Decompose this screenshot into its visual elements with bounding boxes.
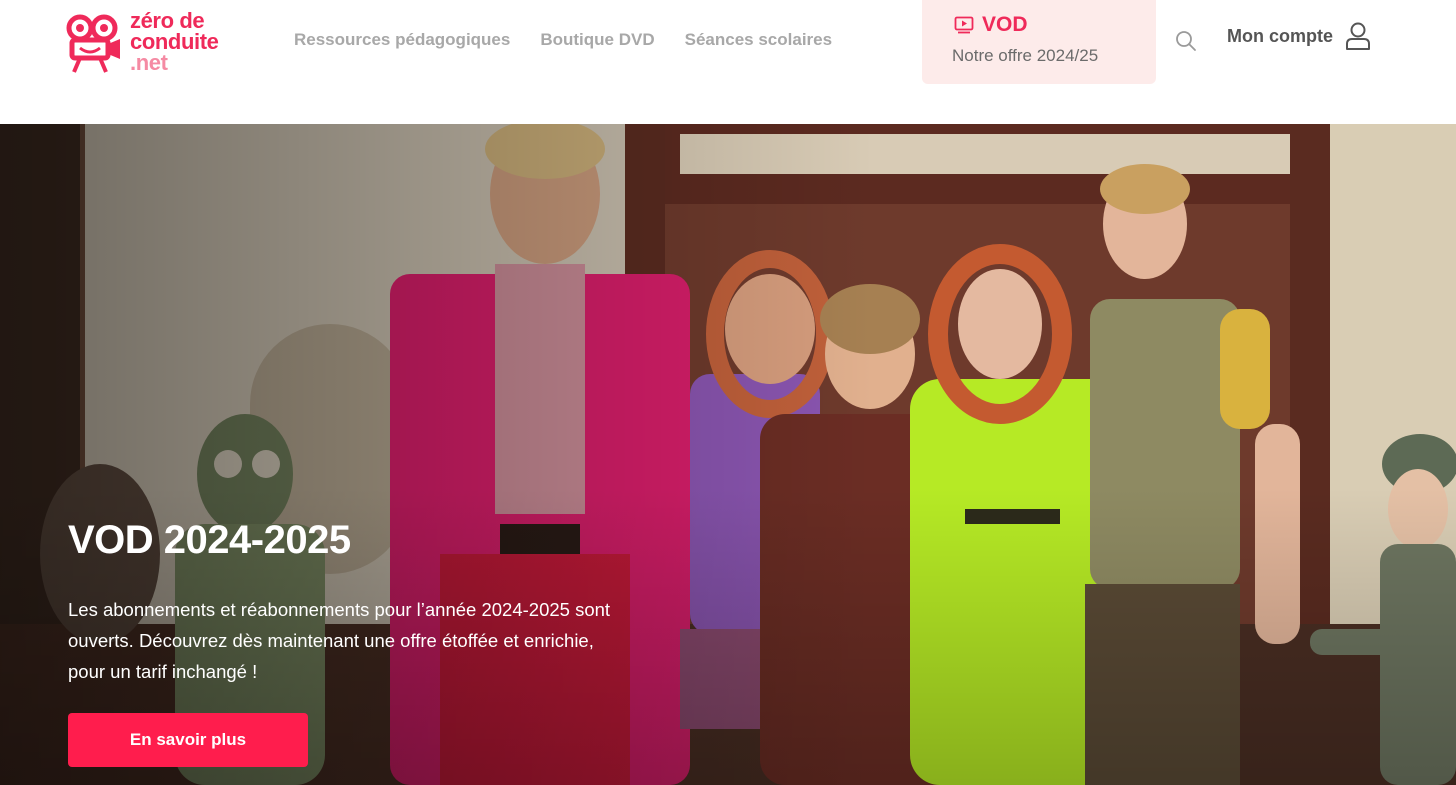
logo-line-1: zéro de [130, 8, 205, 33]
nav-item-boutique-dvd[interactable]: Boutique DVD [540, 30, 654, 50]
video-play-icon [954, 16, 974, 34]
vod-offer-link[interactable]: VOD Notre offre 2024/25 [922, 0, 1156, 84]
learn-more-button[interactable]: En savoir plus [68, 713, 308, 767]
vod-label: VOD [982, 13, 1028, 36]
site-header: zéro de conduite .net Ressources pédagog… [0, 0, 1456, 124]
main-nav: Ressources pédagogiques Boutique DVD Séa… [294, 30, 832, 50]
vod-heading: VOD [954, 13, 1028, 37]
logo-line-2: conduite [130, 29, 219, 54]
hero-description: Les abonnements et réabonnements pour l’… [68, 599, 611, 682]
account-label: Mon compte [1227, 25, 1333, 46]
logo-wordmark: zéro de conduite .net [130, 8, 219, 75]
nav-item-ressources-pedagogiques[interactable]: Ressources pédagogiques [294, 30, 510, 50]
logo-line-3: .net [130, 50, 168, 75]
nav-item-seances-scolaires[interactable]: Séances scolaires [685, 30, 832, 50]
user-icon [1346, 22, 1370, 50]
hero-title: VOD 2024-2025 [68, 518, 351, 562]
hero-banner: VOD 2024-2025 Les abonnements et réabonn… [0, 124, 1456, 785]
search-icon[interactable] [1175, 30, 1197, 52]
site-logo[interactable]: zéro de conduite .net [66, 10, 256, 74]
account-link[interactable]: Mon compte [1227, 22, 1371, 50]
film-camera-icon [66, 14, 120, 73]
vod-subtitle: Notre offre 2024/25 [952, 46, 1099, 65]
